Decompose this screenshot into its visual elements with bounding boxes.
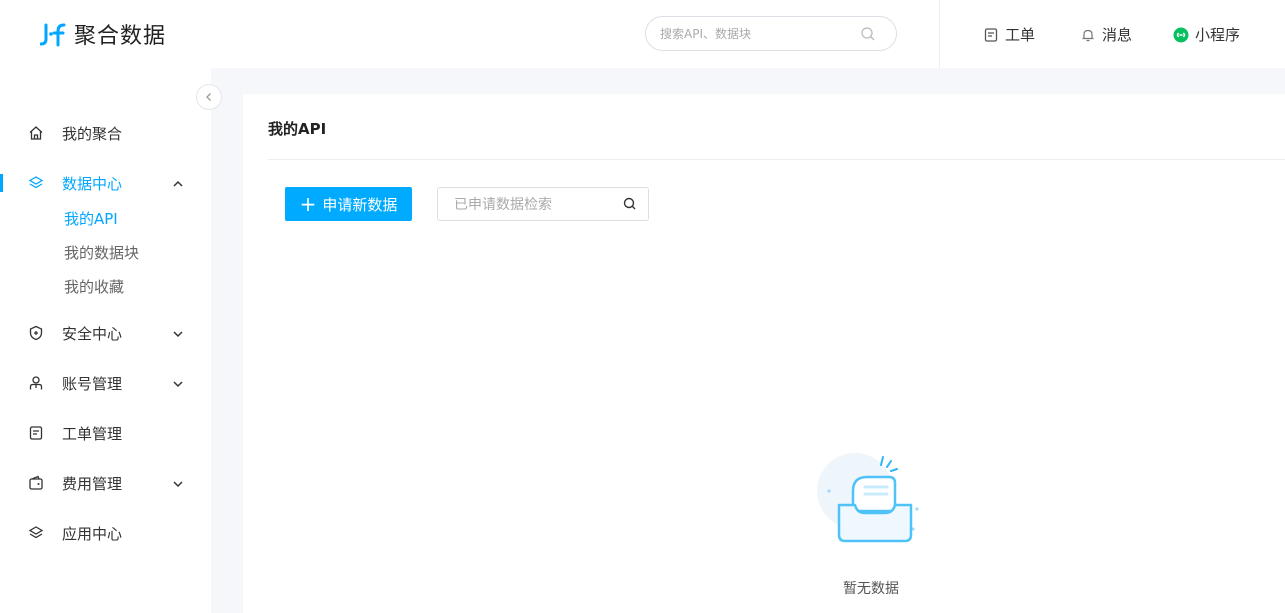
page-title: 我的API (268, 120, 327, 138)
chevron-down-icon (172, 376, 184, 388)
home-icon (28, 125, 44, 141)
logo-mark-icon (39, 19, 68, 49)
brand-logo[interactable]: 聚合数据 (39, 18, 167, 50)
search-icon[interactable] (622, 196, 638, 212)
chevron-down-icon (172, 476, 184, 488)
chevron-down-icon (172, 326, 184, 338)
header-divider (939, 0, 940, 68)
sidebar-menu: 我的聚合 数据中心 我的API 我的数据块 我的收藏 安全中心 账号管理 工单管… (0, 108, 211, 558)
sidebar-item-label: 费用管理 (62, 474, 123, 493)
sidebar-item-label: 数据中心 (62, 174, 123, 193)
global-search-input[interactable]: 搜索API、数据块 (645, 16, 897, 51)
apply-new-data-button[interactable]: + 申请新数据 (285, 187, 412, 221)
sidebar-collapse-button[interactable] (196, 84, 222, 110)
sidebar-item-data-center[interactable]: 数据中心 (0, 158, 211, 208)
sidebar-item-label: 应用中心 (62, 524, 123, 543)
sidebar: 聚合数据 我的聚合 数据中心 我的API 我的数据块 我的收藏 安全中心 账号管… (0, 0, 211, 613)
layers-icon (28, 525, 44, 541)
messages-label: 消息 (1102, 26, 1133, 44)
plus-icon: + (299, 192, 317, 216)
title-divider (268, 159, 1285, 160)
submenu-item-my-favorites[interactable]: 我的收藏 (64, 270, 211, 304)
mini-program-link[interactable]: 小程序 (1173, 24, 1240, 45)
empty-state-text: 暂无数据 (843, 581, 899, 597)
chevron-left-icon (206, 93, 211, 101)
search-placeholder: 搜索API、数据块 (660, 27, 751, 41)
sidebar-item-ticket-management[interactable]: 工单管理 (0, 408, 211, 458)
applied-data-search-input[interactable]: 已申请数据检索 (437, 187, 649, 221)
sidebar-item-security-center[interactable]: 安全中心 (0, 308, 211, 358)
bell-icon (1080, 27, 1096, 43)
mini-program-icon (1173, 27, 1189, 43)
submenu-item-my-data-blocks[interactable]: 我的数据块 (64, 236, 211, 270)
ticket-link[interactable]: 工单 (983, 24, 1035, 45)
sidebar-item-label: 安全中心 (62, 324, 123, 343)
layers-icon (28, 175, 44, 191)
sidebar-item-app-center[interactable]: 应用中心 (0, 508, 211, 558)
ticket-icon (28, 425, 44, 441)
shield-icon (28, 325, 44, 341)
mini-program-label: 小程序 (1195, 26, 1241, 44)
sidebar-item-account-management[interactable]: 账号管理 (0, 358, 211, 408)
search-icon[interactable] (860, 26, 876, 42)
main-panel: 我的API + 申请新数据 已申请数据检索 暂无数据 (243, 94, 1285, 613)
sidebar-item-billing-management[interactable]: 费用管理 (0, 458, 211, 508)
sidebar-item-label: 我的聚合 (62, 124, 123, 143)
messages-link[interactable]: 消息 (1080, 24, 1132, 45)
apply-button-label: 申请新数据 (322, 195, 398, 214)
wallet-icon (28, 475, 44, 491)
brand-name: 聚合数据 (74, 24, 167, 49)
filter-placeholder: 已申请数据检索 (454, 197, 552, 213)
ticket-label: 工单 (1005, 26, 1036, 44)
empty-inbox-icon (817, 453, 919, 543)
sidebar-item-label: 账号管理 (62, 374, 123, 393)
data-center-submenu: 我的API 我的数据块 我的收藏 (0, 202, 211, 304)
top-header: 搜索API、数据块 工单 消息 小程序 (211, 0, 1285, 68)
user-icon (28, 375, 44, 391)
ticket-icon (983, 27, 999, 43)
chevron-up-icon (172, 176, 184, 188)
sidebar-item-label: 工单管理 (62, 424, 123, 443)
sidebar-item-my-home[interactable]: 我的聚合 (0, 108, 211, 158)
